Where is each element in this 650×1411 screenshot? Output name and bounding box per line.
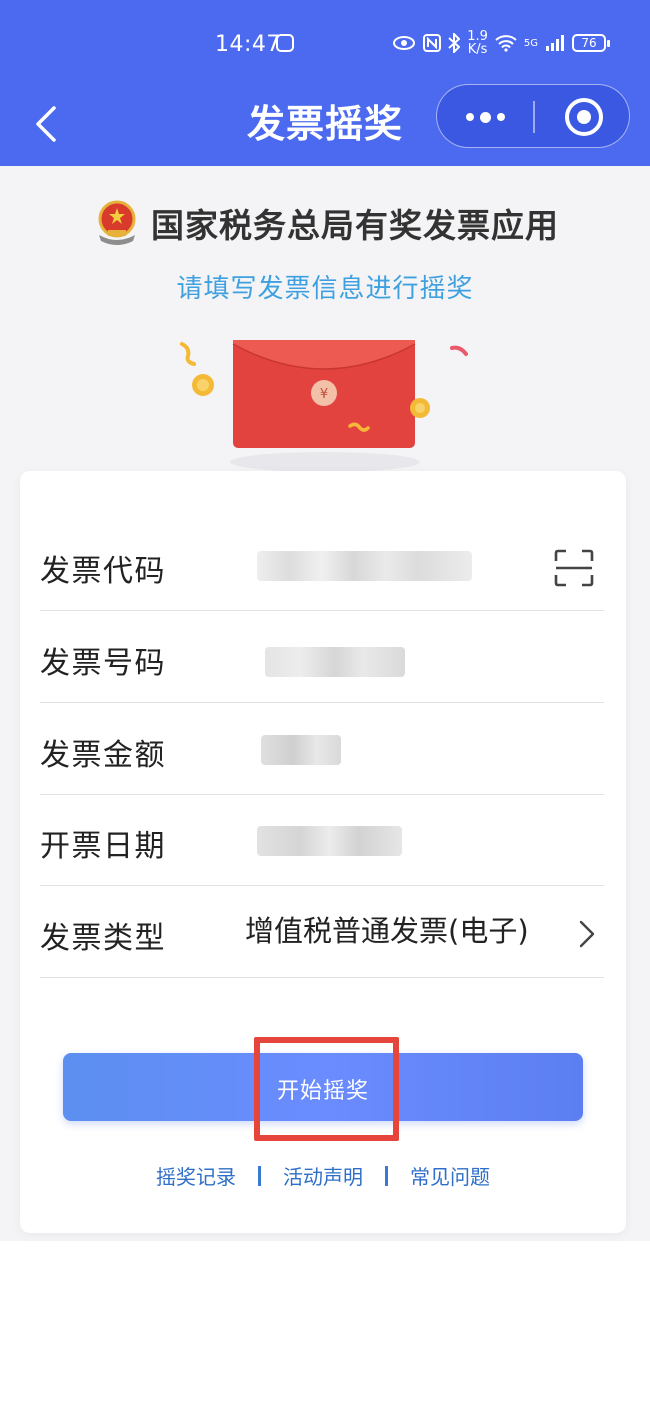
- chevron-right-icon: [579, 920, 595, 948]
- invoice-date-input[interactable]: [245, 816, 445, 862]
- target-circle-icon[interactable]: [565, 98, 603, 136]
- nav-bar: 发票摇奖: [0, 84, 650, 166]
- invoice-code-label: 发票代码: [40, 554, 166, 589]
- signal-icon: [546, 35, 564, 51]
- invoice-number-input[interactable]: [245, 633, 445, 679]
- wifi-icon: [495, 35, 517, 52]
- invoice-type-value[interactable]: 增值税普通发票(电子): [245, 908, 529, 954]
- faq-link[interactable]: 常见问题: [410, 1161, 490, 1190]
- link-divider: [258, 1165, 261, 1186]
- svg-text:¥: ¥: [320, 387, 328, 402]
- status-time: 14:47: [215, 32, 281, 57]
- link-divider: [385, 1165, 388, 1186]
- form-row-invoice-code: 发票代码: [40, 519, 604, 611]
- app-title: 国家税务总局有奖发票应用: [151, 206, 559, 245]
- net-speed: 1.9 K/s: [467, 29, 488, 57]
- miniprogram-capsule: [436, 84, 630, 148]
- footer-links: 摇奖记录 活动声明 常见问题: [20, 1161, 626, 1190]
- form-row-invoice-number: 发票号码: [40, 611, 604, 703]
- form-row-invoice-date: 开票日期: [40, 794, 604, 886]
- invoice-form-card: 发票代码 发票号码 发票金额 开票日期 发票类型 增值税普通发票(电子) 开始摇…: [20, 471, 626, 1233]
- red-envelope-illustration: ¥: [180, 340, 468, 472]
- invoice-amount-label: 发票金额: [40, 738, 166, 773]
- scan-icon[interactable]: [554, 549, 594, 587]
- national-emblem-icon: [98, 200, 136, 245]
- battery-indicator: 76: [572, 34, 610, 52]
- start-draw-button[interactable]: 开始摇奖: [63, 1053, 583, 1121]
- invoice-amount-input[interactable]: [245, 725, 445, 771]
- draw-records-link[interactable]: 摇奖记录: [156, 1161, 236, 1190]
- invoice-date-label: 开票日期: [40, 829, 166, 864]
- start-draw-label: 开始摇奖: [276, 1079, 369, 1104]
- app-header: 国家税务总局有奖发票应用: [0, 198, 650, 248]
- eye-icon: [393, 36, 416, 50]
- invoice-number-label: 发票号码: [40, 646, 166, 681]
- invoice-code-input[interactable]: [245, 541, 505, 587]
- main-content: 国家税务总局有奖发票应用 请填写发票信息进行摇奖 ¥ 发票代码 发票号码 发票金…: [0, 166, 650, 1241]
- nfc-icon: [423, 34, 442, 52]
- status-indicators: 1.9 K/s 5G 76: [392, 29, 610, 57]
- invoice-type-label: 发票类型: [40, 921, 166, 956]
- notification-icon: [276, 34, 294, 52]
- capsule-divider: [533, 101, 535, 133]
- status-bar: 14:47 1.9 K/s 5G 76: [0, 0, 650, 88]
- activity-statement-link[interactable]: 活动声明: [283, 1161, 363, 1190]
- bluetooth-icon: [448, 33, 461, 53]
- more-button[interactable]: [437, 85, 533, 149]
- more-dots-icon: [465, 113, 474, 121]
- chevron-left-icon: [36, 106, 56, 142]
- back-button[interactable]: [30, 104, 66, 144]
- form-row-invoice-type[interactable]: 发票类型 增值税普通发票(电子): [40, 886, 604, 978]
- form-row-invoice-amount: 发票金额: [40, 703, 604, 795]
- app-subtitle: 请填写发票信息进行摇奖: [176, 274, 474, 304]
- signal-type: 5G: [523, 37, 538, 49]
